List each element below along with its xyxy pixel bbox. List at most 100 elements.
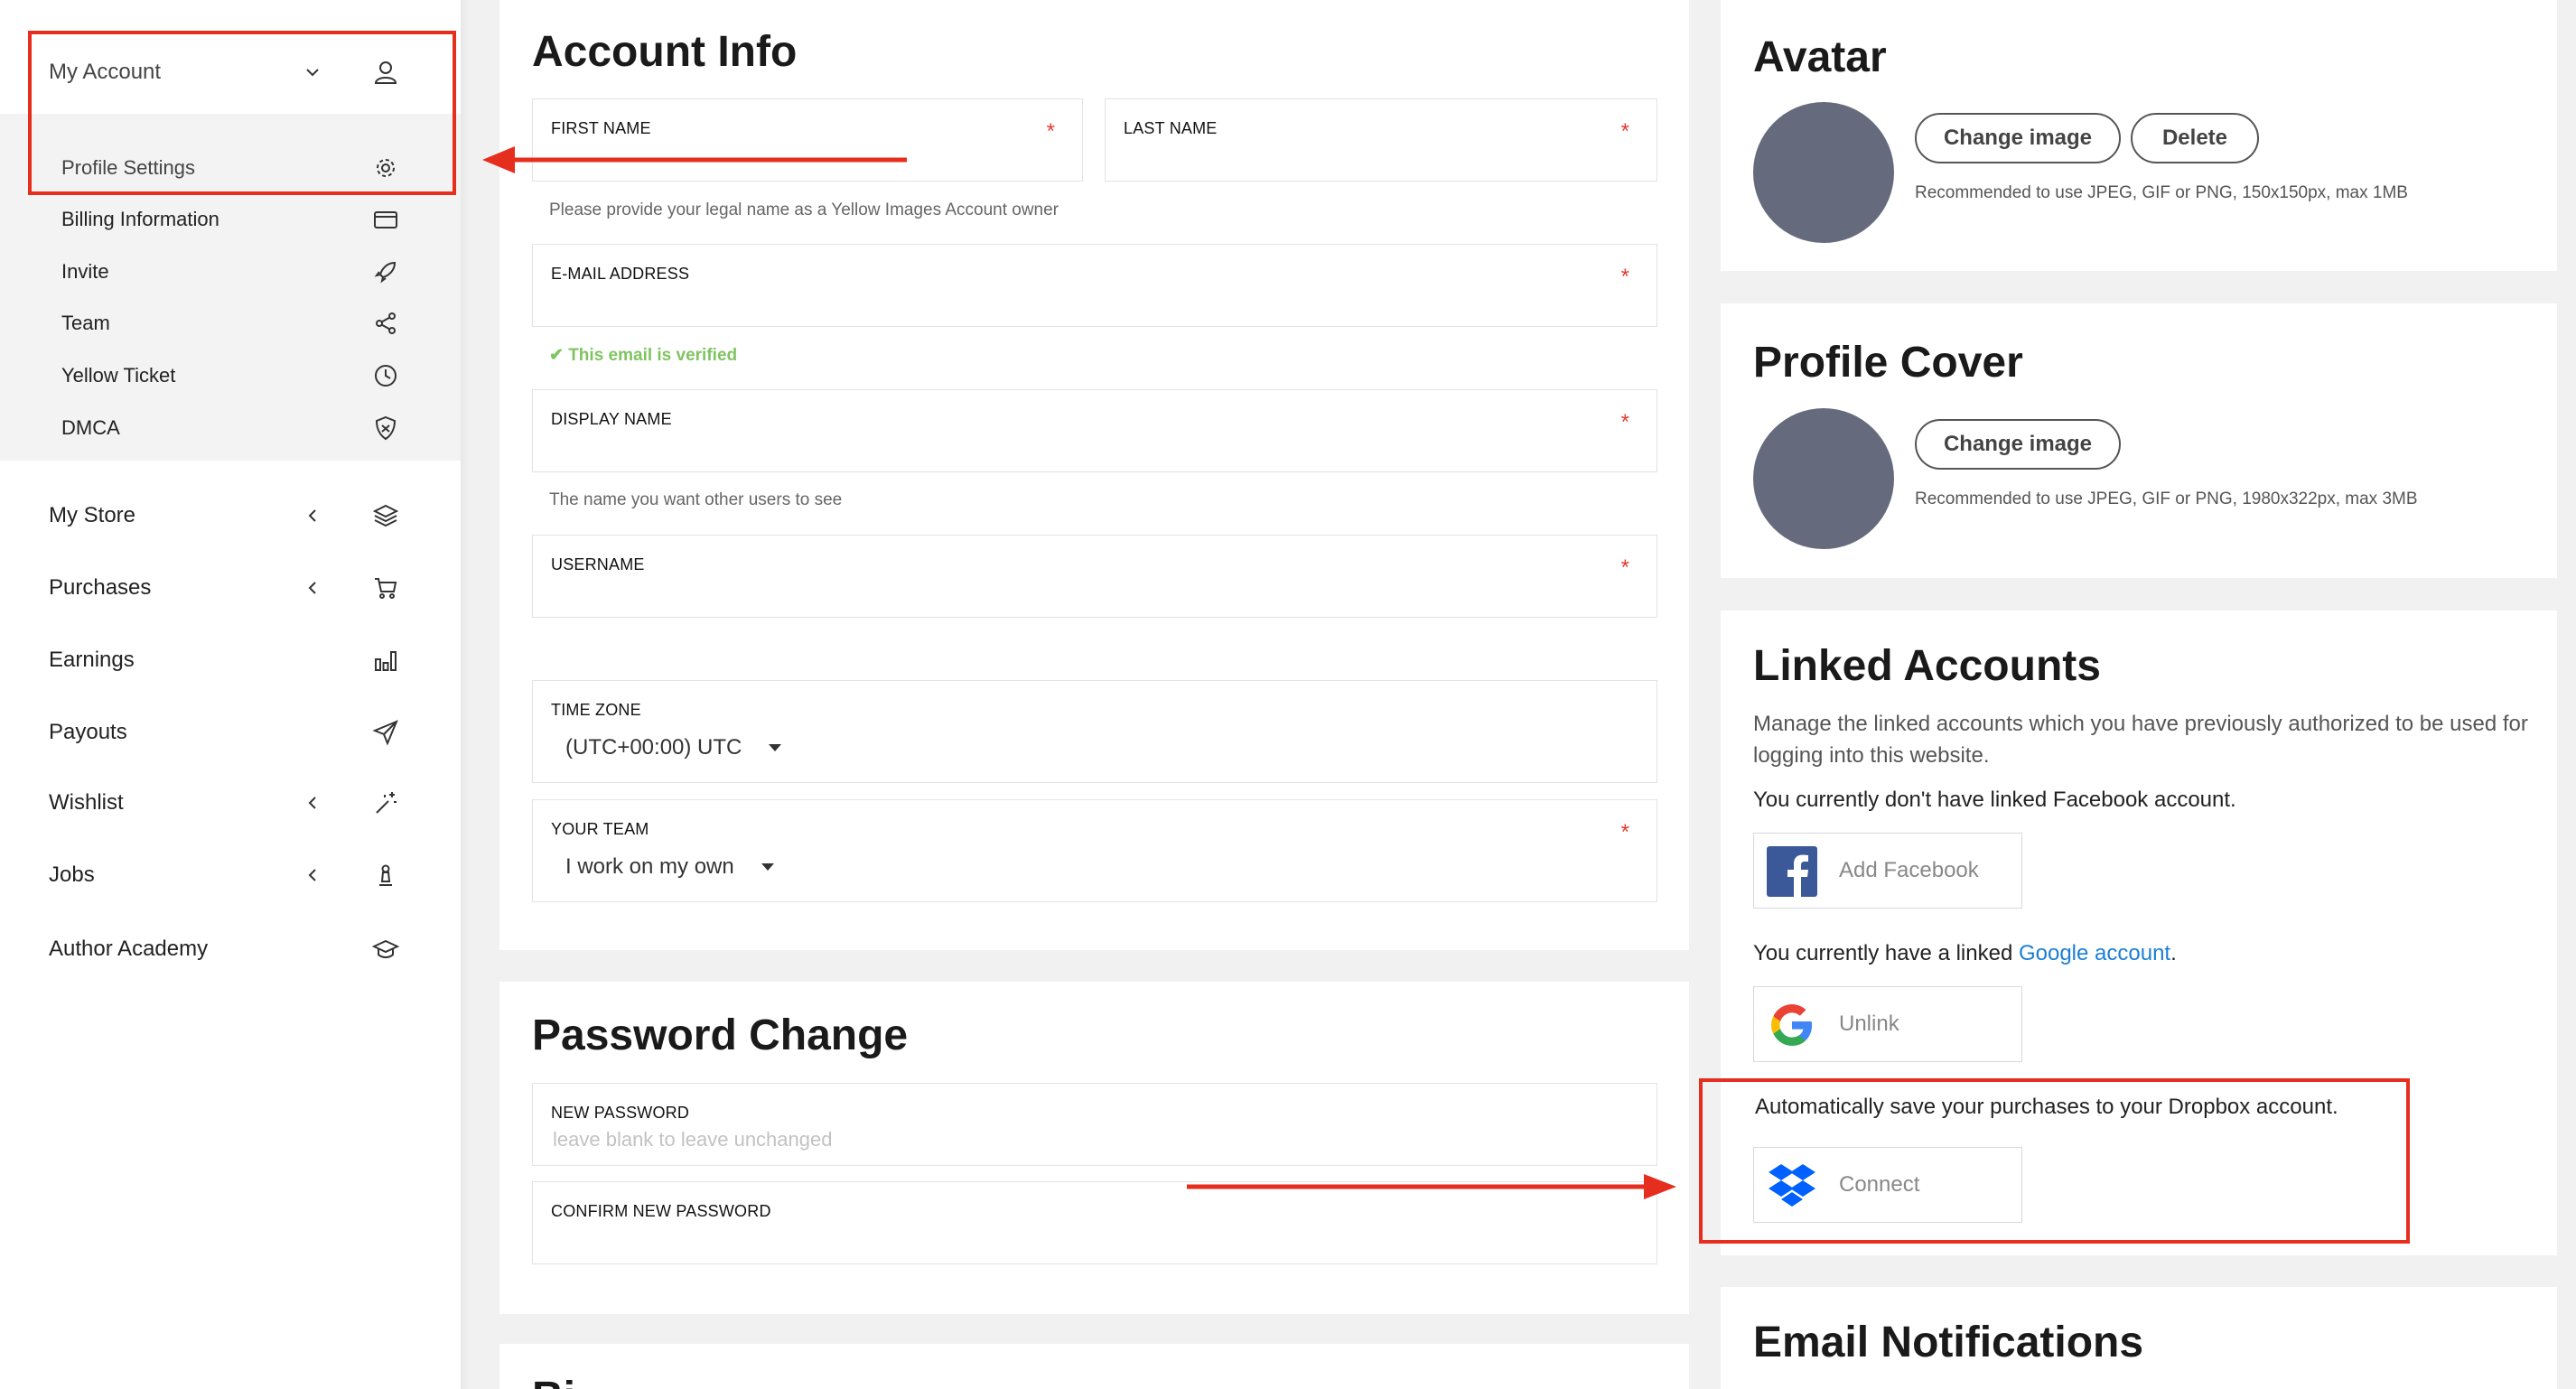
highlight-box-dropbox (1699, 1078, 2410, 1244)
paper-plane-icon (372, 719, 399, 746)
avatar-recommendation: Recommended to use JPEG, GIF or PNG, 150… (1915, 183, 2408, 202)
team-label: YOUR TEAM (551, 820, 649, 838)
new-password-field[interactable]: NEW PASSWORD (532, 1083, 1657, 1166)
shield-icon (372, 415, 399, 442)
magic-wand-icon (372, 789, 399, 816)
sidebar-item-dmca[interactable]: DMCA (0, 403, 461, 453)
delete-avatar-button[interactable]: Delete (2131, 113, 2259, 163)
sidebar-item-invite[interactable]: Invite (0, 247, 461, 297)
sidebar-divider (461, 0, 470, 1389)
username-label: USERNAME (551, 555, 645, 573)
sidebar-item-jobs[interactable]: Jobs (0, 850, 461, 900)
chevron-left-icon (303, 578, 322, 598)
email-verified-status: ✔ This email is verified (549, 345, 737, 366)
google-account-link[interactable]: Google account (2019, 941, 2170, 965)
clock-icon (372, 362, 399, 389)
last-name-field[interactable]: LAST NAME * (1105, 98, 1657, 182)
bar-chart-icon (372, 647, 399, 674)
sidebar-item-label: Yellow Ticket (61, 364, 176, 387)
chevron-left-icon (303, 793, 322, 813)
last-name-label: LAST NAME (1124, 119, 1218, 137)
sidebar-item-author-academy[interactable]: Author Academy (0, 924, 461, 974)
display-name-label: DISPLAY NAME (551, 410, 672, 428)
chevron-left-icon (303, 865, 322, 885)
dropdown-caret-icon (761, 863, 774, 871)
username-field[interactable]: USERNAME * (532, 535, 1657, 618)
display-name-hint: The name you want other users to see (549, 490, 843, 509)
checkmark-icon: ✔ (549, 346, 564, 365)
sidebar-item-label: My Store (49, 503, 136, 527)
avatar-title: Avatar (1753, 33, 1887, 81)
highlight-box-profile-settings (28, 31, 456, 195)
profile-cover-title: Profile Cover (1753, 339, 2023, 387)
sidebar-item-payouts[interactable]: Payouts (0, 707, 461, 758)
email-notifications-title: Email Notifications (1753, 1319, 2144, 1366)
avatar-image (1753, 102, 1894, 243)
sidebar-item-purchases[interactable]: Purchases (0, 563, 461, 613)
annotation-arrow-left (482, 146, 907, 173)
required-mark: * (1620, 555, 1629, 580)
graduation-cap-icon (371, 936, 400, 963)
linked-accounts-description: Manage the linked accounts which you hav… (1753, 712, 2528, 768)
card-icon (372, 206, 399, 233)
change-avatar-button[interactable]: Change image (1915, 113, 2121, 163)
facebook-icon (1767, 846, 1817, 897)
sidebar-item-label: DMCA (61, 416, 120, 439)
password-change-card: Password Change NEW PASSWORD CONFIRM NEW… (499, 982, 1689, 1314)
sidebar-item-label: Invite (61, 260, 109, 283)
new-password-label: NEW PASSWORD (551, 1104, 690, 1122)
sidebar-item-label: Purchases (49, 575, 152, 600)
sidebar-item-label: Earnings (49, 648, 135, 672)
sidebar-item-label: Jobs (49, 862, 95, 887)
google-status-suffix: . (2170, 941, 2177, 965)
team-selected: I work on my own (565, 854, 734, 879)
first-name-label: FIRST NAME (551, 119, 651, 137)
email-notifications-card: Email Notifications (1721, 1287, 2557, 1389)
chess-pawn-icon (372, 862, 399, 889)
required-mark: * (1620, 820, 1629, 844)
team-select[interactable]: YOUR TEAM * I work on my own (532, 799, 1657, 902)
timezone-label: TIME ZONE (551, 701, 641, 719)
required-mark: * (1620, 265, 1629, 289)
layers-icon (372, 502, 399, 529)
sidebar-item-label: Team (61, 312, 110, 334)
facebook-status: You currently don't have linked Facebook… (1753, 788, 2236, 812)
cover-recommendation: Recommended to use JPEG, GIF or PNG, 198… (1915, 489, 2418, 508)
sidebar: My Account Profile Settings Billing Info… (0, 0, 461, 1389)
password-change-title: Password Change (532, 1011, 909, 1059)
sidebar-item-billing-information[interactable]: Billing Information (0, 194, 461, 245)
change-cover-button[interactable]: Change image (1915, 419, 2121, 470)
google-status: You currently have a linked Google accou… (1753, 941, 2177, 966)
bio-title: Bi (532, 1373, 575, 1389)
display-name-field[interactable]: DISPLAY NAME * (532, 389, 1657, 472)
email-label: E-MAIL ADDRESS (551, 265, 690, 283)
required-mark: * (1620, 119, 1629, 144)
add-facebook-button[interactable]: Add Facebook (1753, 833, 2022, 909)
google-icon (1767, 1000, 1817, 1050)
sidebar-item-team[interactable]: Team (0, 298, 461, 349)
confirm-password-label: CONFIRM NEW PASSWORD (551, 1202, 771, 1220)
cover-image (1753, 408, 1894, 549)
rocket-icon (372, 258, 399, 285)
google-status-prefix: You currently have a linked (1753, 941, 2019, 965)
profile-cover-card: Profile Cover Change image Recommended t… (1721, 303, 2557, 578)
sidebar-item-wishlist[interactable]: Wishlist (0, 778, 461, 828)
sidebar-item-earnings[interactable]: Earnings (0, 635, 461, 685)
sidebar-item-my-store[interactable]: My Store (0, 490, 461, 541)
avatar-card: Avatar Change image Delete Recommended t… (1721, 0, 2557, 271)
required-mark: * (1046, 119, 1055, 144)
timezone-select[interactable]: TIME ZONE (UTC+00:00) UTC (532, 680, 1657, 783)
sidebar-item-yellow-ticket[interactable]: Yellow Ticket (0, 350, 461, 401)
email-field[interactable]: E-MAIL ADDRESS * (532, 244, 1657, 327)
unlink-google-button[interactable]: Unlink (1753, 986, 2022, 1062)
new-password-input[interactable] (551, 1127, 1093, 1152)
annotation-arrow-right (1187, 1174, 1676, 1199)
cart-icon (372, 574, 399, 601)
email-verified-text: This email is verified (568, 346, 738, 365)
add-facebook-label: Add Facebook (1839, 858, 1979, 882)
share-icon (372, 310, 399, 337)
sidebar-item-label: Payouts (49, 720, 127, 744)
team-value: I work on my own (565, 854, 774, 880)
sidebar-item-label: Billing Information (61, 208, 219, 230)
bio-card: Bi (499, 1344, 1689, 1389)
